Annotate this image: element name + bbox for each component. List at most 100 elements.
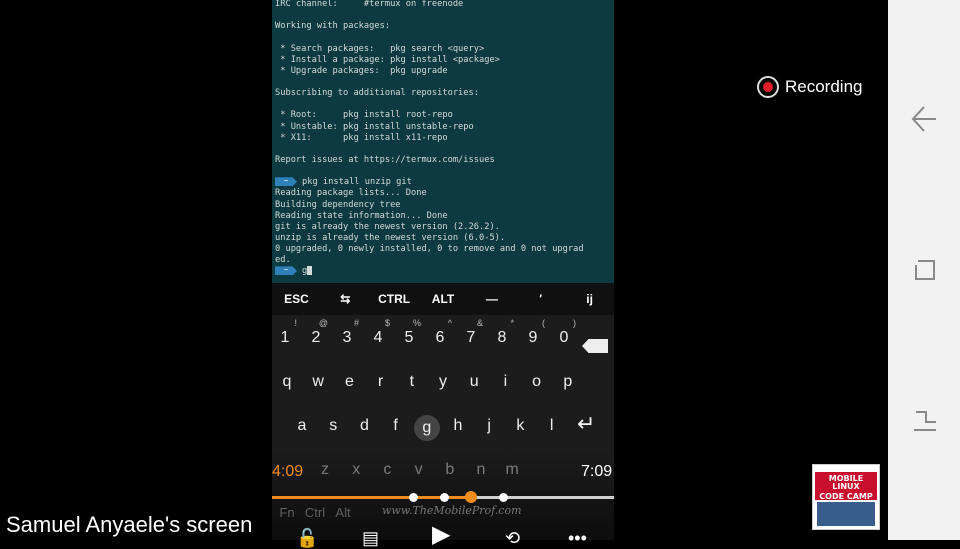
keyboard-row: qwertyuiop bbox=[272, 367, 614, 403]
text-cursor bbox=[307, 266, 313, 276]
key-symbol: @ bbox=[318, 318, 328, 328]
key-6[interactable]: 6 ^ bbox=[427, 318, 453, 353]
extra-key[interactable]: — bbox=[467, 292, 516, 306]
terminal-line-text: * Install a package: pkg install <packag… bbox=[275, 54, 500, 65]
terminal-line: * Upgrade packages: pkg upgrade bbox=[275, 66, 613, 77]
key-y[interactable]: y bbox=[430, 367, 456, 397]
recents-icon[interactable] bbox=[914, 259, 936, 281]
extra-key[interactable]: CTRL bbox=[370, 292, 419, 306]
terminal-line: * Unstable: pkg install unstable-repo bbox=[275, 122, 613, 133]
terminal-output: IRC channel: #termux on freenode Working … bbox=[275, 0, 613, 278]
terminal-line-text: * Unstable: pkg install unstable-repo bbox=[275, 121, 474, 132]
key-label: 0 bbox=[559, 329, 569, 346]
key-8[interactable]: 8 * bbox=[489, 318, 515, 353]
record-icon bbox=[757, 76, 779, 98]
key-s[interactable]: s bbox=[320, 411, 346, 441]
terminal-line-text: Reading state information... Done bbox=[275, 210, 448, 221]
key-2[interactable]: 2 @ bbox=[303, 318, 329, 353]
terminal-line-text: Building dependency tree bbox=[275, 199, 401, 210]
chapter-marker bbox=[409, 493, 418, 502]
key-i[interactable]: i bbox=[492, 367, 518, 397]
key-l[interactable]: l bbox=[539, 411, 565, 441]
key-e[interactable]: e bbox=[336, 367, 362, 397]
key-a[interactable]: a bbox=[289, 411, 315, 441]
terminal-line: * Install a package: pkg install <packag… bbox=[275, 55, 613, 66]
thumbnail-banner: MOBILE LINUX CODE CAMP bbox=[815, 472, 877, 501]
terminal-line-text: * X11: pkg install x11-repo bbox=[275, 132, 448, 143]
thumbnail-image bbox=[817, 502, 875, 526]
key-j[interactable]: j bbox=[476, 411, 502, 441]
key-label: 5 bbox=[404, 329, 414, 346]
terminal-line-text: * Search packages: pkg search <query> bbox=[275, 43, 485, 54]
key-label: 4 bbox=[373, 329, 383, 346]
recording-indicator: Recording bbox=[757, 73, 863, 101]
key-4[interactable]: 4 $ bbox=[365, 318, 391, 353]
terminal-line: * X11: pkg install x11-repo bbox=[275, 133, 613, 144]
key-h[interactable]: h bbox=[445, 411, 471, 441]
terminal-line: ed. bbox=[275, 255, 613, 266]
terminal-line-text: git is already the newest version (2.26.… bbox=[275, 221, 500, 232]
playlist-icon[interactable]: ▤ bbox=[362, 528, 379, 549]
terminal-line: ~ pkg install unzip git bbox=[275, 177, 613, 188]
key-3[interactable]: 3 # bbox=[334, 318, 360, 353]
terminal-line: * Search packages: pkg search <query> bbox=[275, 44, 613, 55]
terminal-line: Report issues at https://termux.com/issu… bbox=[275, 155, 613, 166]
terminal-line: Reading package lists... Done bbox=[275, 188, 613, 199]
prompt-arrow-icon: ~ bbox=[275, 177, 297, 187]
terminal-line-text: Report issues at https://termux.com/issu… bbox=[275, 154, 495, 165]
key-symbol: % bbox=[412, 318, 421, 328]
key-q[interactable]: q bbox=[274, 367, 300, 397]
terminal-line-text: Working with packages: bbox=[275, 21, 391, 32]
extra-key[interactable]: ij bbox=[565, 292, 614, 306]
terminal-line-text: unzip is already the newest version (6.0… bbox=[275, 232, 506, 243]
seek-bar-thumb[interactable] bbox=[465, 491, 477, 503]
key-symbol: ^ bbox=[447, 318, 452, 328]
terminal-line: ~ g bbox=[275, 266, 613, 277]
terminal-line-text: pkg install unzip git bbox=[302, 177, 412, 188]
more-icon[interactable]: ••• bbox=[568, 528, 587, 549]
key-o[interactable]: o bbox=[524, 367, 550, 397]
key-d[interactable]: d bbox=[351, 411, 377, 441]
extra-key[interactable]: ′ bbox=[516, 292, 565, 306]
key-p[interactable]: p bbox=[555, 367, 581, 397]
terminal-line-text: 0 upgraded, 0 newly installed, 0 to remo… bbox=[275, 244, 584, 255]
key-f[interactable]: f bbox=[383, 411, 409, 441]
home-icon[interactable] bbox=[912, 408, 938, 434]
key-9[interactable]: 9( bbox=[520, 318, 546, 353]
prompt-arrow-icon: ~ bbox=[275, 266, 297, 276]
key-k[interactable]: k bbox=[507, 411, 533, 441]
terminal-line-text: Subscribing to additional repositories: bbox=[275, 88, 479, 99]
extra-key[interactable]: ALT bbox=[419, 292, 468, 306]
terminal-line: Building dependency tree bbox=[275, 200, 613, 211]
termux-terminal[interactable]: IRC channel: #termux on freenode Working … bbox=[272, 0, 614, 283]
chapter-marker bbox=[440, 493, 449, 502]
play-icon[interactable]: ▶ bbox=[432, 520, 450, 549]
terminal-line: unzip is already the newest version (6.0… bbox=[275, 233, 613, 244]
key-5[interactable]: 5% bbox=[396, 318, 422, 353]
key-u[interactable]: u bbox=[461, 367, 487, 397]
key-r[interactable]: r bbox=[368, 367, 394, 397]
key-1[interactable]: 1! bbox=[272, 318, 298, 353]
backspace-icon[interactable] bbox=[582, 339, 608, 353]
key-symbol: * bbox=[510, 318, 514, 328]
key-0[interactable]: 0) bbox=[551, 318, 577, 353]
enter-icon[interactable]: ↵ bbox=[577, 411, 595, 437]
extra-key[interactable]: ⇆ bbox=[321, 292, 370, 306]
rotate-icon[interactable]: ⟲ bbox=[505, 528, 520, 549]
key-g[interactable]: g bbox=[413, 415, 440, 441]
screen-share-caption: Samuel Anyaele's screen bbox=[6, 512, 253, 537]
extra-key[interactable]: ESC bbox=[272, 292, 321, 306]
key-w[interactable]: w bbox=[305, 367, 331, 397]
key-symbol: # bbox=[353, 318, 359, 328]
back-icon[interactable] bbox=[910, 104, 938, 134]
key-7[interactable]: 7 & bbox=[458, 318, 484, 353]
keyboard-row: a s d f g h j k l ↵ bbox=[272, 411, 614, 447]
terminal-line-text: * Upgrade packages: pkg upgrade bbox=[275, 65, 448, 76]
total-time: 7:09 bbox=[581, 463, 613, 480]
keyboard-row: 1! 2 @3 #4 $5% 6 ^ 7 & 8 * 9(0) bbox=[272, 318, 614, 359]
terminal-line: * Root: pkg install root-repo bbox=[275, 110, 613, 121]
unlock-icon[interactable]: 🔓 bbox=[296, 528, 318, 549]
current-time: 4:09 bbox=[272, 463, 304, 480]
key-t[interactable]: t bbox=[399, 367, 425, 397]
